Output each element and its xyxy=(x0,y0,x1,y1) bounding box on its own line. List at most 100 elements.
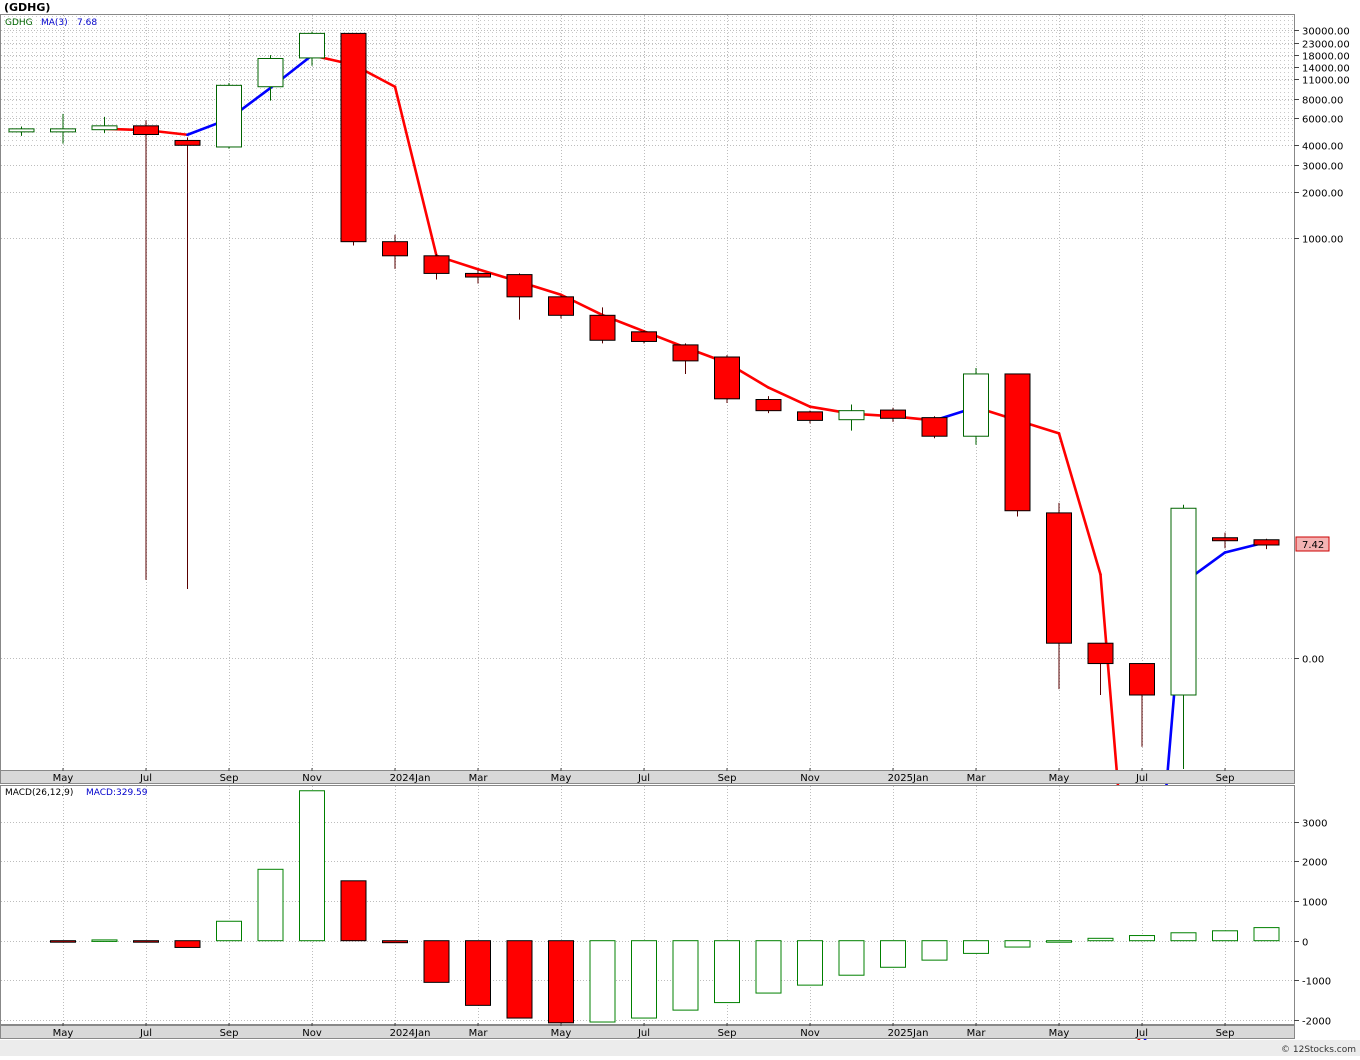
macd-bar-up xyxy=(672,940,699,1011)
price-y-tick-label: 1000.00 xyxy=(1302,235,1343,246)
x-tick-label: Jul xyxy=(1135,1028,1148,1039)
candle-up xyxy=(838,410,865,421)
price-y-tick-label: 23000.00 xyxy=(1302,40,1350,51)
x-tick-label: Sep xyxy=(220,773,239,784)
candle-down xyxy=(1212,537,1238,542)
candle-down xyxy=(506,274,533,298)
x-tick-label: Jul xyxy=(637,773,650,784)
price-y-tick-label: 2000.00 xyxy=(1302,189,1343,200)
candle-up xyxy=(91,125,118,131)
macd-bar-down xyxy=(382,940,408,944)
candle-up xyxy=(8,128,35,133)
x-tick-label: Nov xyxy=(800,1028,820,1039)
macd-bar-up xyxy=(1004,940,1031,948)
macd-bar-up xyxy=(216,920,242,942)
macd-y-tick-label: 3000 xyxy=(1302,819,1327,830)
x-tick-label: 2025Jan xyxy=(888,773,929,784)
x-tick-label: May xyxy=(551,1028,572,1039)
macd-legend-label: MACD(26,12,9) xyxy=(5,788,73,798)
macd-bar-up xyxy=(714,940,740,1004)
price-y-tick-label: 30000.00 xyxy=(1302,27,1350,38)
candle-down xyxy=(1087,642,1114,665)
x-tick-label: May xyxy=(1049,773,1070,784)
macd-bar-up xyxy=(299,790,325,942)
macd-bar-up xyxy=(797,940,823,986)
x-tick-label: Mar xyxy=(469,773,489,784)
candle-down xyxy=(1129,663,1155,696)
macd-y-axis: 3000 2000 1000 0 -1000 -2000 xyxy=(1294,819,1331,1028)
candle-up xyxy=(299,32,325,59)
candle-down xyxy=(1004,373,1031,512)
footer-credit: © 12Stocks.com xyxy=(1281,1045,1356,1055)
macd-bar-up xyxy=(880,940,906,968)
macd-bar-up xyxy=(589,940,616,1023)
macd-bar-up xyxy=(755,940,782,994)
price-y-tick-label: 14000.00 xyxy=(1302,64,1350,75)
candle-down xyxy=(589,314,616,341)
x-tick-label: Nov xyxy=(302,773,322,784)
x-tick-label: Mar xyxy=(469,1028,489,1039)
chart-stage: (GDHG) 30000.00 23000.00 18000.00 14000.00 1… xyxy=(0,0,1360,1060)
price-y-axis: 30000.00 23000.0018000.0014000.0011000.00… xyxy=(1294,27,1350,666)
x-tick-label: Jul xyxy=(139,1028,152,1039)
candle-down xyxy=(880,409,906,419)
macd-bar-down xyxy=(465,940,491,1006)
x-tick-label: Sep xyxy=(718,773,737,784)
candle-down xyxy=(755,399,782,412)
candle-down xyxy=(548,296,574,316)
macd-bar-up xyxy=(631,940,657,1019)
macd-y-tick-label: 1000 xyxy=(1302,898,1327,909)
candle-up xyxy=(1170,507,1197,696)
macd-bar-up xyxy=(1087,937,1114,942)
last-price-label: 7.42 xyxy=(1302,540,1324,551)
candle-down xyxy=(797,411,823,421)
candle-down xyxy=(714,356,740,400)
candle-up xyxy=(50,128,76,133)
candle-up xyxy=(963,373,989,437)
chart-title: (GDHG) xyxy=(4,1,50,14)
x-tick-label: May xyxy=(53,1028,74,1039)
candle-down xyxy=(672,344,699,362)
price-y-tick-label: 18000.00 xyxy=(1302,52,1350,63)
price-y-tick-label: 3000.00 xyxy=(1302,162,1343,173)
candle-down xyxy=(1253,539,1280,546)
macd-y-tick-label: 2000 xyxy=(1302,858,1327,869)
macd-bar-up xyxy=(1253,927,1280,942)
macd-bar-down xyxy=(423,940,450,983)
macd-bar-down xyxy=(506,940,533,1019)
price-y-tick-label: 6000.00 xyxy=(1302,115,1343,126)
x-tick-label: Sep xyxy=(718,1028,737,1039)
x-tick-label: Mar xyxy=(967,773,987,784)
macd-bar-down xyxy=(548,940,574,1024)
x-tick-label: 2024Jan xyxy=(390,1028,431,1039)
macd-y-tick-label: -1000 xyxy=(1302,977,1331,988)
macd-legend-value: MACD:329.59 xyxy=(86,788,148,798)
price-panel-dense-grid xyxy=(1,15,1294,142)
macd-y-tick-label: -2000 xyxy=(1302,1017,1331,1028)
x-tick-label: May xyxy=(1049,1028,1070,1039)
x-tick-label: May xyxy=(551,773,572,784)
candle-down xyxy=(465,272,491,278)
candle-up xyxy=(257,57,284,88)
candle-down xyxy=(1046,512,1072,644)
candle-down xyxy=(423,255,450,274)
x-tick-label: May xyxy=(53,773,74,784)
candle-up xyxy=(216,84,242,148)
macd-bar-up xyxy=(838,940,865,976)
x-tick-label: 2024Jan xyxy=(390,773,431,784)
macd-bar-up xyxy=(91,939,118,942)
macd-bar-up xyxy=(1046,940,1072,943)
candle-down xyxy=(631,331,657,342)
x-tick-label: Sep xyxy=(220,1028,239,1039)
footer-bar xyxy=(0,1040,1360,1056)
price-y-tick-label: 4000.00 xyxy=(1302,142,1343,153)
macd-bar-up xyxy=(257,868,284,942)
candle-down xyxy=(133,125,159,135)
macd-bar-down xyxy=(50,940,76,943)
legend-symbol: GDHG xyxy=(5,18,33,28)
candle-down xyxy=(340,32,367,243)
x-tick-label: Sep xyxy=(1216,1028,1235,1039)
macd-bar-down xyxy=(133,940,159,943)
chart-svg: (GDHG) 30000.00 23000.0018000.0014000.00 1… xyxy=(0,1,1360,1060)
price-y-tick-label: 8000.00 xyxy=(1302,96,1343,107)
